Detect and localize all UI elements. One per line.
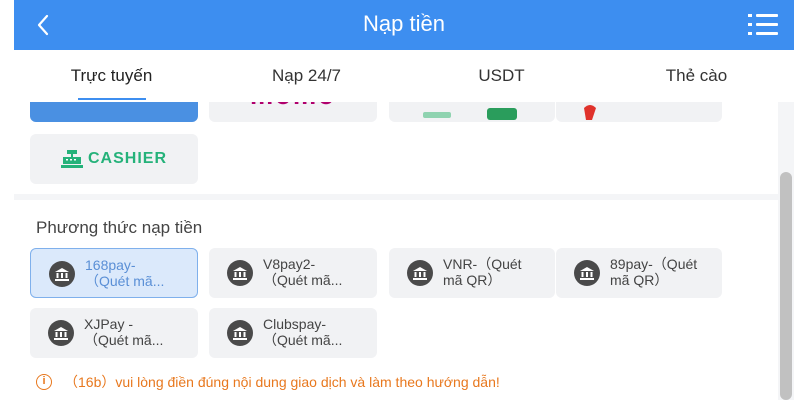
method-xjpay[interactable]: XJPay - （Quét mã... — [30, 308, 198, 358]
menu-button[interactable] — [748, 12, 778, 38]
scrollbar-thumb[interactable] — [780, 172, 792, 400]
method-label: V8pay2- （Quét mã... — [263, 256, 343, 288]
method-clubspay[interactable]: Clubspay- （Quét mã... — [209, 308, 377, 358]
bank-icon — [227, 320, 253, 346]
zalopay-logo-icon — [423, 108, 517, 120]
channel-tile-viettelpay[interactable] — [556, 102, 722, 122]
bank-icon — [407, 260, 433, 286]
method-89pay[interactable]: 89pay-（Quét mã QR） — [556, 248, 722, 298]
deposit-tabs: Trực tuyến Nạp 24/7 USDT Thẻ cào — [14, 50, 794, 102]
tab-nap-24-7[interactable]: Nạp 24/7 — [209, 50, 404, 102]
bank-icon — [48, 320, 74, 346]
method-label: XJPay - （Quét mã... — [84, 316, 164, 348]
method-label: 168pay- （Quét mã... — [85, 257, 165, 289]
page-title: Nạp tiền — [363, 11, 445, 36]
method-label: 89pay-（Quét mã QR） — [610, 256, 698, 288]
method-label: Clubspay- （Quét mã... — [263, 316, 343, 348]
channel-tile-cashier[interactable]: CASHIER — [30, 134, 198, 184]
method-label: VNR-（Quét mã QR） — [443, 256, 522, 288]
deposit-notice: i （16b）vui lòng điền đúng nội dung giao … — [36, 372, 500, 392]
momo-logo: momo — [209, 102, 377, 111]
top-bar: Nạp tiền — [14, 0, 794, 50]
method-v8pay2[interactable]: V8pay2- （Quét mã... — [209, 248, 377, 298]
channel-tile-momo[interactable]: momo — [209, 102, 377, 122]
notice-text: （16b）vui lòng điền đúng nội dung giao dị… — [64, 374, 500, 390]
tab-usdt[interactable]: USDT — [404, 50, 599, 102]
section-title: Phương thức nạp tiền — [36, 218, 203, 237]
viettel-logo-icon — [584, 105, 596, 120]
cashier-label: CASHIER — [87, 150, 167, 167]
tab-truc-tuyen[interactable]: Trực tuyến — [14, 50, 209, 102]
cash-register-icon — [60, 150, 83, 168]
deposit-screen: Nạp tiền Trực tuyến Nạp 24/7 USDT Thẻ cà… — [14, 0, 794, 400]
method-168pay[interactable]: 168pay- （Quét mã... — [30, 248, 198, 298]
info-icon: i — [36, 374, 52, 390]
bank-icon — [227, 260, 253, 286]
channel-tile-zalopay[interactable] — [389, 102, 555, 122]
bank-icon — [574, 260, 600, 286]
channel-tile-selected[interactable] — [30, 102, 198, 122]
deposit-methods-section: Phương thức nạp tiền 168pay- （Quét mã...… — [14, 200, 778, 400]
payment-channels: momo — [14, 102, 778, 194]
bank-icon — [49, 261, 75, 287]
content-area: momo — [14, 102, 778, 400]
method-vnr[interactable]: VNR-（Quét mã QR） — [389, 248, 555, 298]
tab-the-cao[interactable]: Thẻ cào — [599, 50, 794, 102]
